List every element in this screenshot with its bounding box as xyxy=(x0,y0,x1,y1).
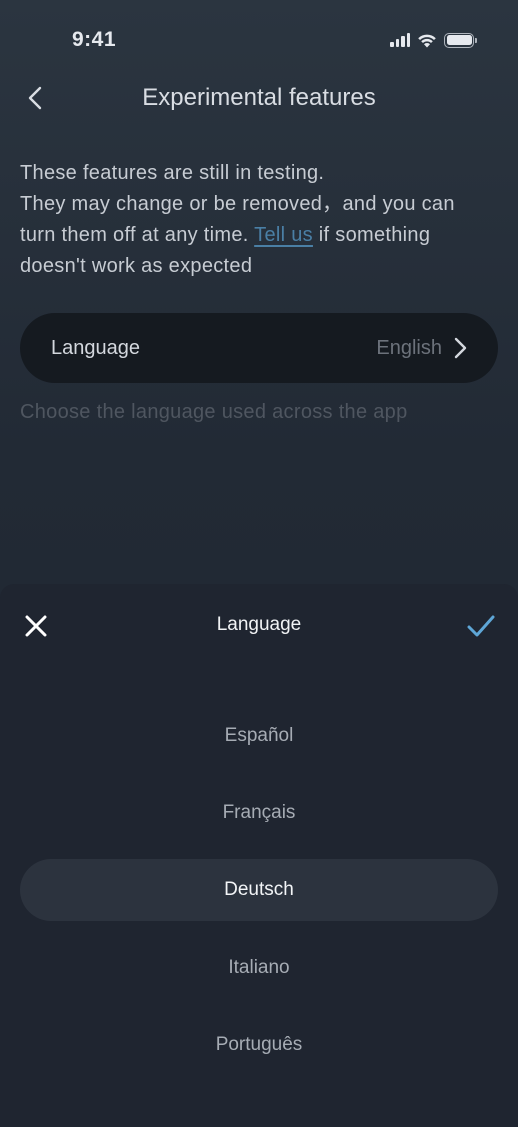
sheet-title: Language xyxy=(216,614,302,635)
signal-icon xyxy=(390,33,410,47)
description: These features are still in testing. The… xyxy=(20,158,500,282)
screen: 9:41 Experimental features These feature… xyxy=(0,0,518,1127)
page-title: Experimental features xyxy=(142,84,376,111)
setting-label: Language xyxy=(51,336,140,359)
setting-value: English xyxy=(376,336,442,359)
language-option[interactable]: Português xyxy=(20,1014,498,1076)
status-icons xyxy=(390,31,477,49)
wifi-icon xyxy=(418,34,436,47)
description-line-2: They may change or be removed，and you ca… xyxy=(20,193,455,215)
language-option[interactable]: Italiano xyxy=(20,937,498,999)
description-text: if something xyxy=(312,224,431,246)
language-option-selected[interactable]: Deutsch xyxy=(20,859,498,921)
chevron-right-icon xyxy=(454,337,467,359)
tell-us-link[interactable]: Tell us xyxy=(254,224,313,246)
language-setting-row[interactable]: Language English xyxy=(20,313,498,383)
checkmark-icon[interactable] xyxy=(466,612,496,640)
status-time: 9:41 xyxy=(72,28,117,51)
description-line-4: doesn't work as expected xyxy=(20,255,253,277)
description-line-3: turn them off at any time. Tell us if so… xyxy=(20,220,500,251)
description-line-1: These features are still in testing. xyxy=(20,162,325,184)
language-sheet: Language Español Français Deutsch Italia… xyxy=(0,584,518,1127)
language-option[interactable]: Español xyxy=(20,705,498,767)
language-option[interactable]: Français xyxy=(20,782,498,844)
description-text: turn them off at any time. xyxy=(20,224,255,246)
battery-icon xyxy=(444,32,477,48)
setting-hint: Choose the language used across the app xyxy=(20,401,408,423)
